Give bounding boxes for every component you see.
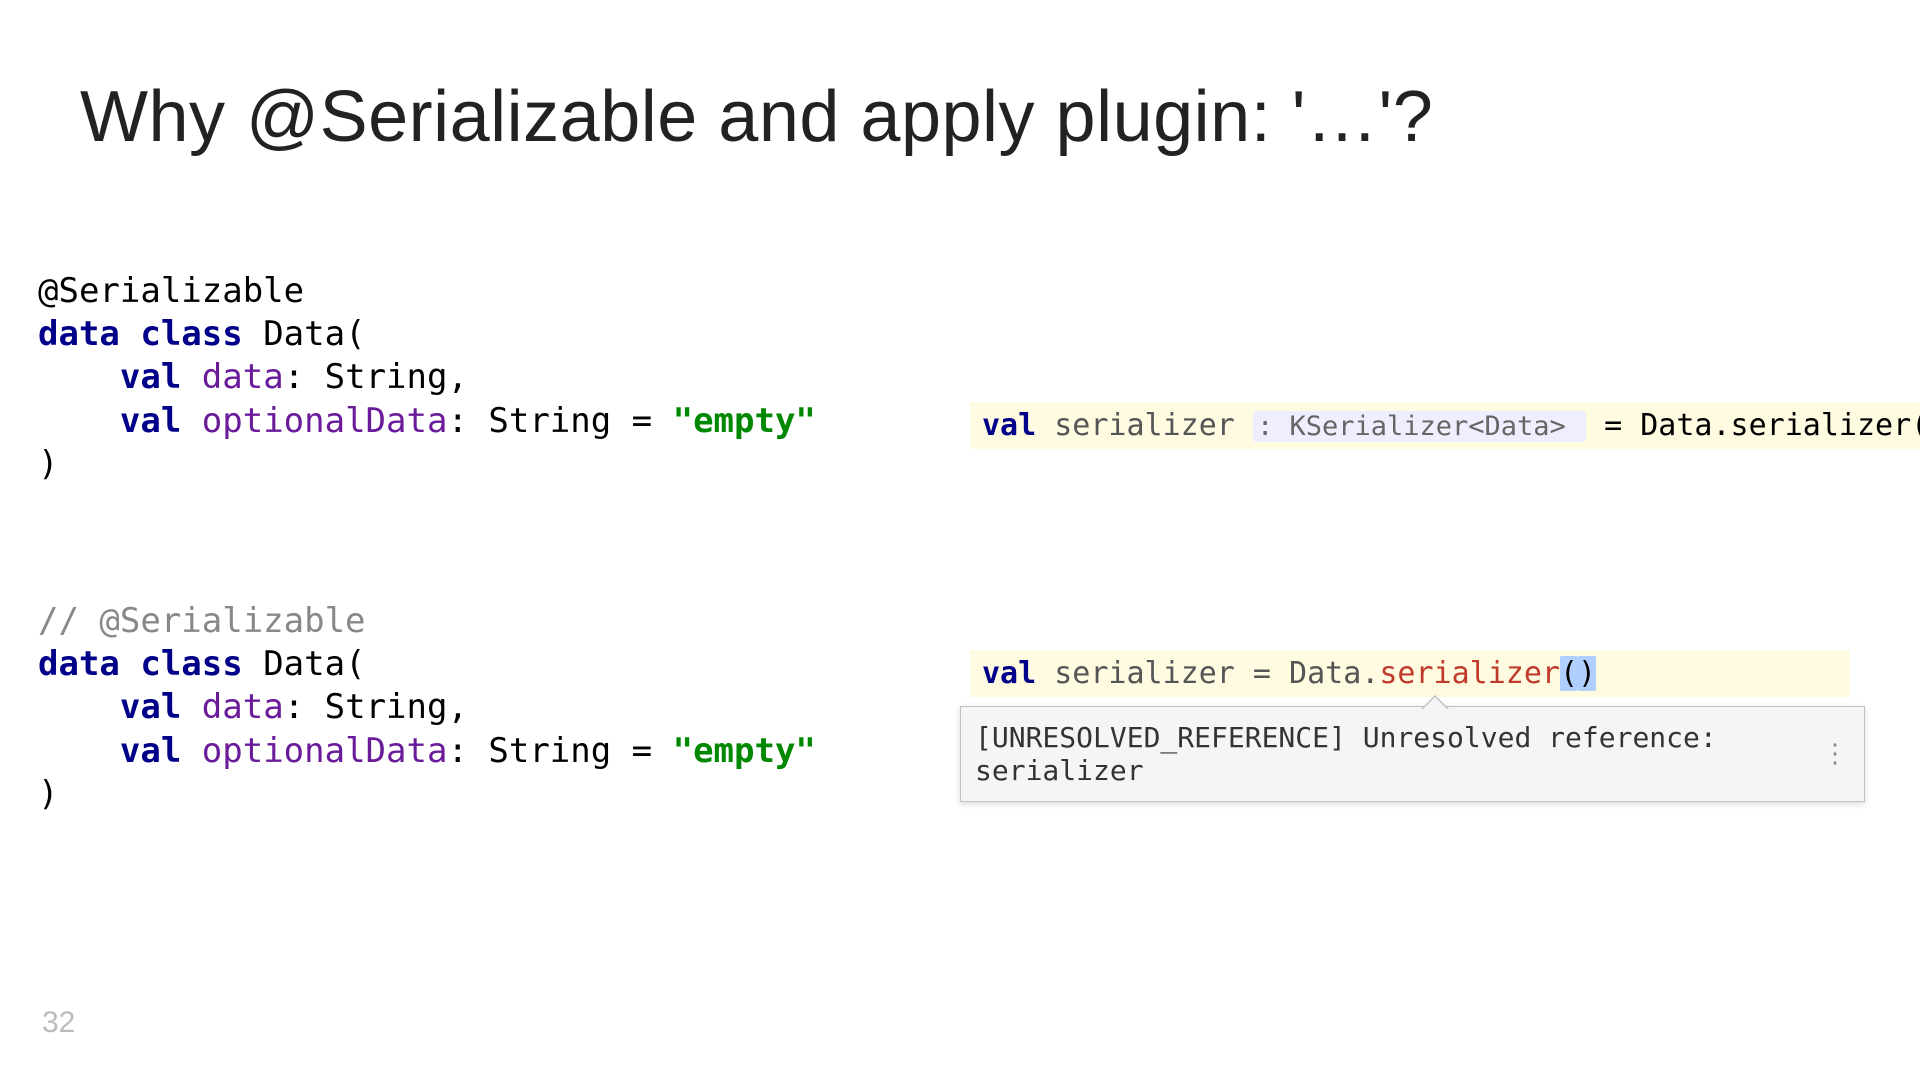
close-paren: ) [38, 444, 58, 484]
comment-line: // @Serializable [38, 601, 366, 641]
ide-kw-val: val [982, 408, 1036, 443]
error-tooltip: [UNRESOLVED_REFERENCE] Unresolved refere… [960, 706, 1865, 802]
tooltip-text: [UNRESOLVED_REFERENCE] Unresolved refere… [975, 721, 1717, 787]
paren-close: ) [1578, 656, 1596, 691]
paren-open: ( [1560, 656, 1578, 691]
string-literal: "empty" [673, 401, 816, 441]
field-data-type-2: : String, [284, 687, 468, 727]
ide-snippet-error: val serializer = Data.serializer() [970, 650, 1850, 697]
field-optional: optionalData [202, 401, 448, 441]
kw-val-2: val [120, 401, 181, 441]
kw-val-3: val [120, 687, 181, 727]
code-block-commented: // @Serializable data class Data( val da… [38, 600, 816, 816]
field-data-type: : String, [284, 357, 468, 397]
annotation-text: @Serializable [38, 271, 304, 311]
kebab-icon[interactable]: ⋮ [1822, 739, 1850, 769]
page-number: 32 [42, 1006, 75, 1040]
ide-var-serializer-2: serializer = Data. [1036, 656, 1379, 691]
field-optional-type: : String = [447, 401, 672, 441]
kw-data-class: data class [38, 314, 243, 354]
class-name-2: Data( [263, 644, 365, 684]
ide-type-hint: : KSerializer<Data> [1253, 411, 1586, 442]
tooltip-pointer-icon [1421, 695, 1449, 709]
kw-val-4: val [120, 731, 181, 771]
ide-snippet-ok: val serializer : KSerializer<Data> = Dat… [970, 402, 1920, 449]
field-data: data [202, 357, 284, 397]
field-optional-2: optionalData [202, 731, 448, 771]
class-name: Data( [263, 314, 365, 354]
string-literal-2: "empty" [673, 731, 816, 771]
ide-error-call: serializer [1379, 656, 1560, 691]
code-block-serializable: @Serializable data class Data( val data:… [38, 270, 816, 486]
field-data-2: data [202, 687, 284, 727]
kw-data-class-2: data class [38, 644, 243, 684]
field-optional-type-2: : String = [447, 731, 672, 771]
kw-val: val [120, 357, 181, 397]
slide-title: Why @Serializable and apply plugin: '…'? [80, 76, 1433, 158]
ide-var-serializer: serializer [1036, 408, 1253, 443]
slide: Why @Serializable and apply plugin: '…'?… [0, 0, 1920, 1080]
ide-eq-call: = Data.serializer() [1586, 408, 1920, 443]
ide-kw-val-2: val [982, 656, 1036, 691]
close-paren-2: ) [38, 774, 58, 814]
